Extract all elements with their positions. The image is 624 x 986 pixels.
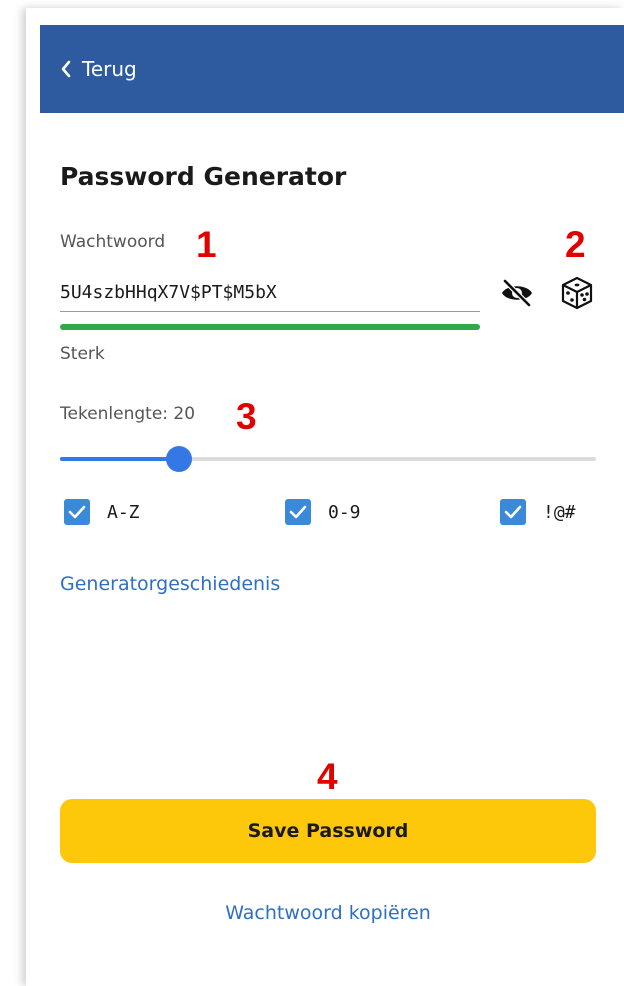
checkbox-digits[interactable]: 0-9 [285, 499, 361, 525]
back-label: Terug [82, 57, 137, 81]
generator-history-link[interactable]: Generatorgeschiedenis [60, 573, 280, 595]
back-button[interactable]: Terug [60, 57, 137, 81]
checkbox-symbols[interactable]: !@# [500, 499, 576, 525]
annotation-marker: 3 [236, 396, 257, 437]
page-title: Password Generator [60, 162, 347, 191]
annotation-marker: 1 [196, 224, 217, 265]
checkbox-label: 0-9 [328, 501, 361, 523]
strength-bar [60, 324, 480, 330]
password-label: Wachtwoord [60, 232, 166, 252]
dice-icon[interactable] [560, 276, 594, 314]
annotation-marker: 2 [565, 224, 586, 265]
chevron-left-icon [61, 60, 71, 78]
slider-thumb[interactable] [166, 446, 192, 472]
checkbox-uppercase[interactable]: A-Z [64, 499, 140, 525]
length-slider[interactable] [60, 446, 596, 472]
eye-slash-icon[interactable] [500, 278, 534, 311]
slider-fill [60, 457, 179, 461]
copy-password-link[interactable]: Wachtwoord kopiëren [0, 902, 624, 924]
app-header: Terug [40, 25, 624, 113]
checkmark-icon [64, 499, 90, 525]
strength-label: Sterk [60, 344, 105, 364]
annotation-marker: 4 [317, 756, 338, 797]
save-password-button[interactable]: Save Password [60, 799, 596, 863]
checkmark-icon [500, 499, 526, 525]
checkbox-label: A-Z [107, 501, 140, 523]
password-field[interactable] [60, 273, 480, 312]
checkbox-label: !@# [543, 501, 576, 523]
length-label: Tekenlengte: 20 [60, 404, 196, 424]
checkmark-icon [285, 499, 311, 525]
